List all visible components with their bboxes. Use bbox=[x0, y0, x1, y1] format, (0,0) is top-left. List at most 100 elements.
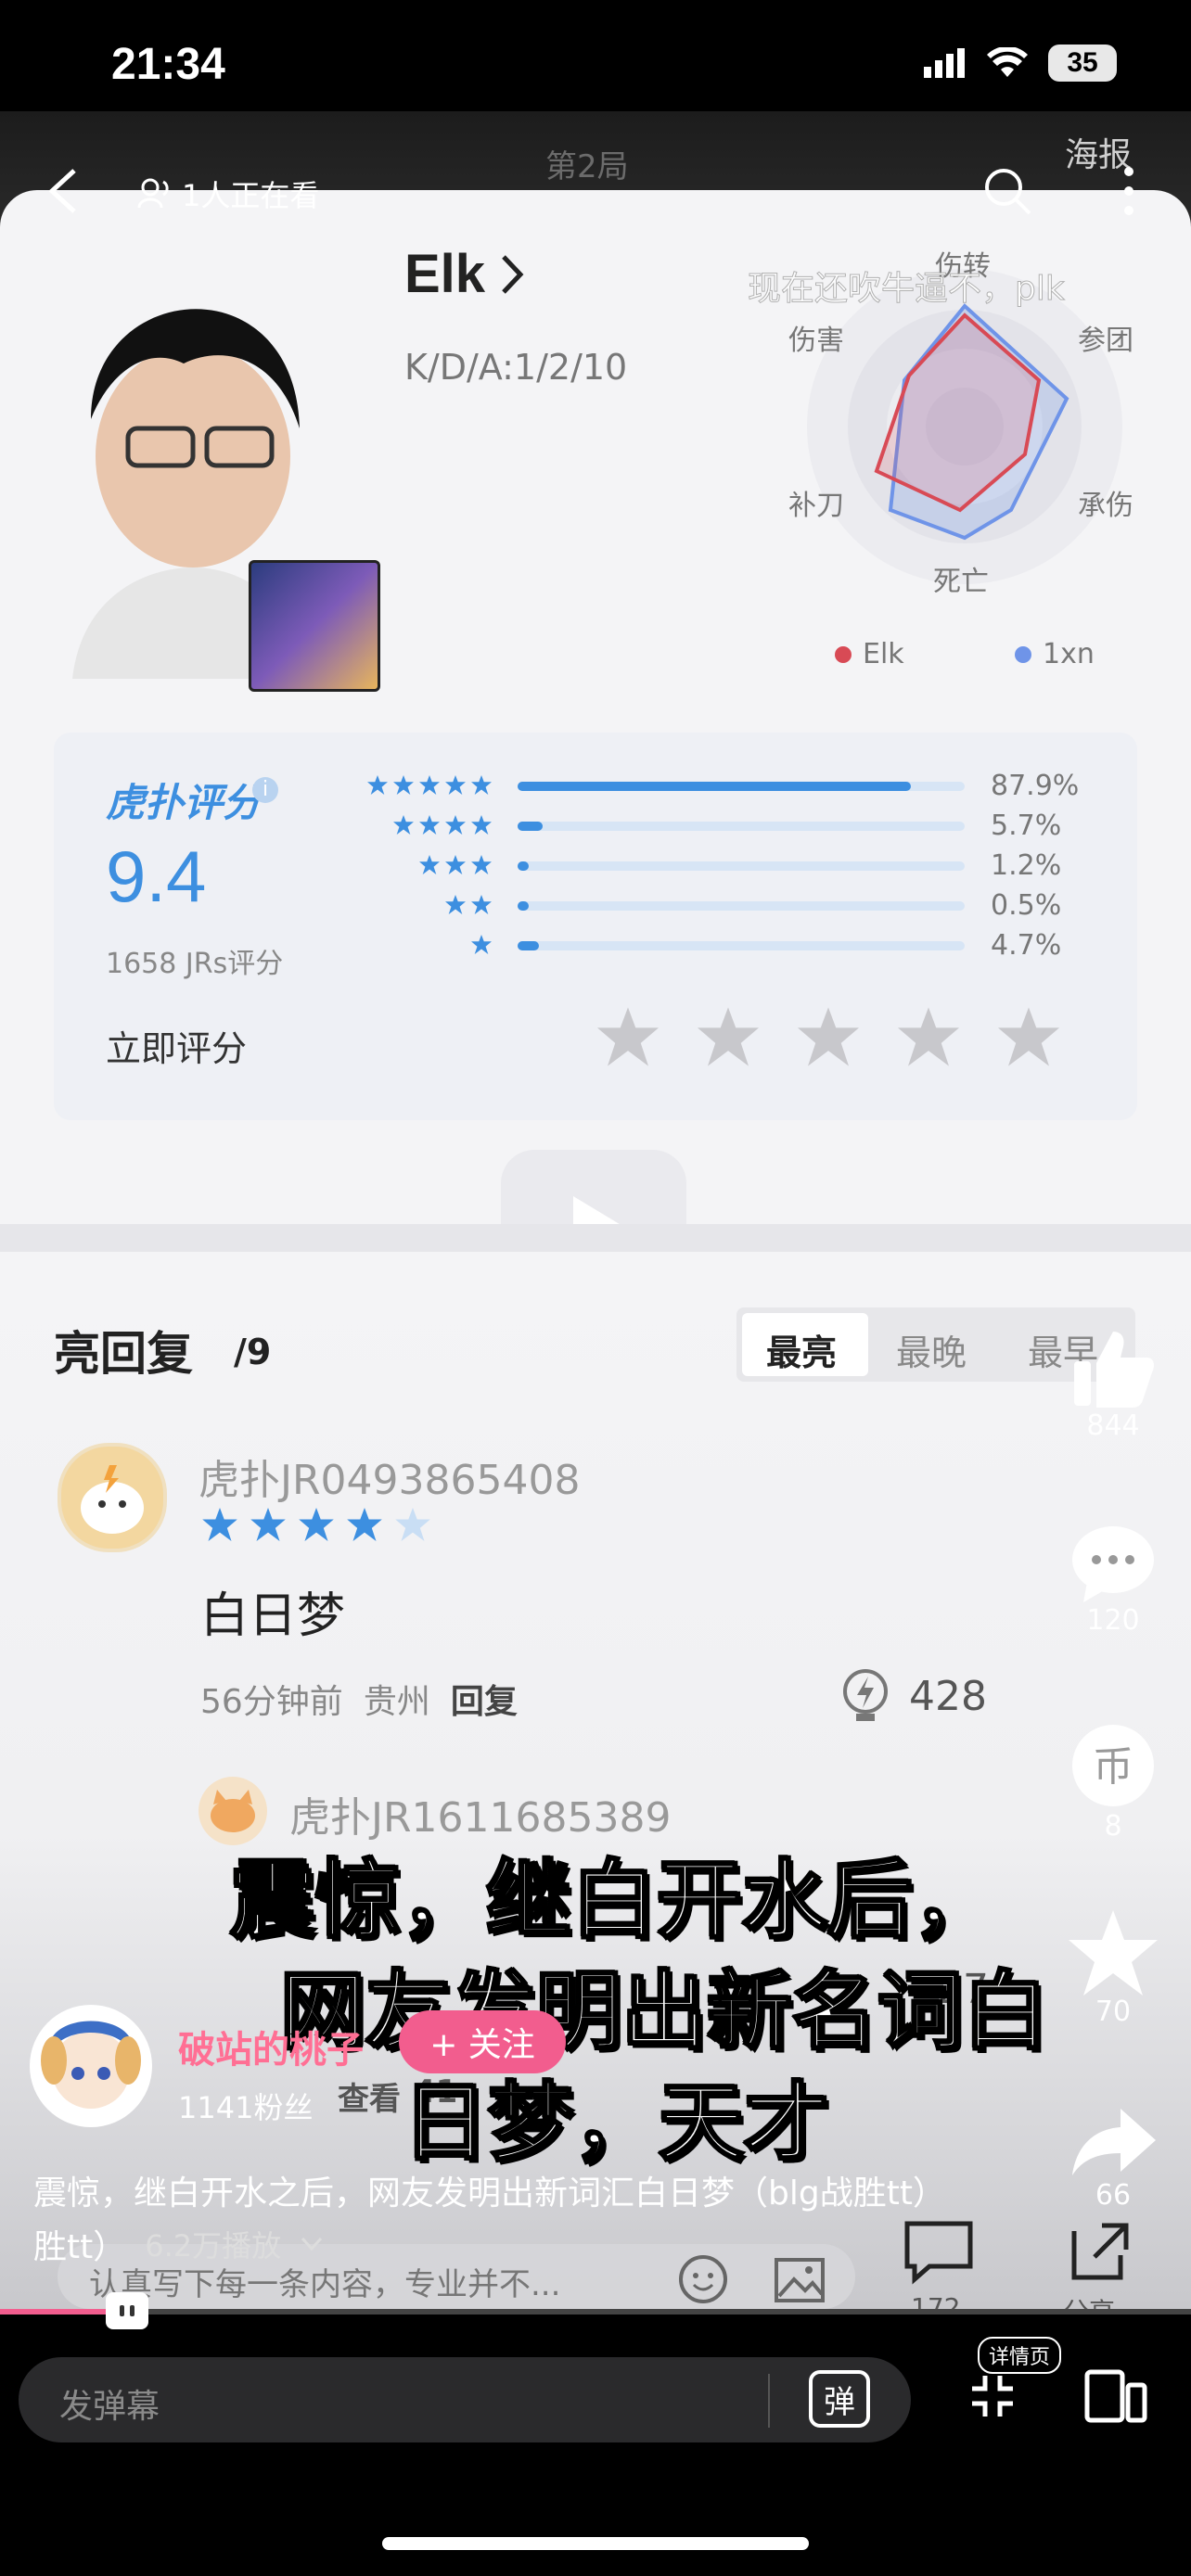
collapse-icon[interactable] bbox=[968, 2372, 1017, 2420]
bottom-comment-count: 172 bbox=[911, 2292, 961, 2309]
chevron-left-icon bbox=[48, 169, 76, 213]
rating-percent: 4.7% bbox=[991, 929, 1062, 962]
rate-star-1[interactable] bbox=[597, 1007, 659, 1066]
champion-icon bbox=[249, 560, 380, 692]
rating-row-stars bbox=[367, 775, 492, 795]
avatar-mascot-icon bbox=[81, 1465, 144, 1534]
follow-button[interactable]: + 关注 bbox=[399, 2010, 566, 2073]
like-button[interactable]: 844 bbox=[1057, 1326, 1169, 1442]
coin-button[interactable]: 币 8 bbox=[1057, 1721, 1169, 1843]
uploader-name[interactable]: 破站的桃子 bbox=[178, 2020, 364, 2073]
rating-score: 9.4 bbox=[106, 835, 207, 917]
legend-1xn-label: 1xn bbox=[1043, 638, 1095, 670]
radar-label-damage: 伤害 bbox=[788, 325, 844, 357]
reply-like-count: 428 bbox=[909, 1672, 987, 1720]
screen-mode-icon[interactable] bbox=[1083, 2368, 1148, 2424]
avatar[interactable] bbox=[58, 1443, 167, 1552]
svg-text:币: 币 bbox=[1093, 1743, 1133, 1791]
reply-username[interactable]: 虎扑JR0493865408 bbox=[198, 1447, 581, 1506]
back-button[interactable] bbox=[45, 167, 82, 219]
rating-bar-track bbox=[518, 901, 965, 911]
star-empty-icon bbox=[395, 1508, 430, 1541]
replies-title: 亮回复 bbox=[54, 1327, 193, 1381]
coin-icon: 币 bbox=[1072, 1725, 1154, 1806]
thumbs-up-icon bbox=[1074, 1332, 1154, 1408]
comment-bubble-icon bbox=[1072, 1526, 1154, 1602]
rate-star-4[interactable] bbox=[898, 1007, 959, 1066]
share-button[interactable]: 66 bbox=[1057, 2105, 1169, 2212]
reply-button[interactable]: 回复 bbox=[451, 1675, 518, 1723]
star-icon bbox=[471, 935, 492, 954]
player-name: Elk bbox=[404, 244, 486, 304]
caption-line-1: 震惊，继白开水后， bbox=[228, 1850, 999, 1952]
rating-bar-track bbox=[518, 822, 965, 831]
rating-bar-fill bbox=[518, 941, 539, 950]
star-icon bbox=[367, 775, 388, 795]
rate-star-5[interactable] bbox=[998, 1007, 1059, 1066]
uploader-avatar[interactable] bbox=[30, 2005, 152, 2127]
star-icon bbox=[393, 775, 414, 795]
viewer-count-label: 1人正在看 bbox=[182, 178, 320, 213]
rating-row-stars bbox=[419, 855, 492, 874]
star-icon bbox=[471, 895, 492, 914]
rating-percent: 5.7% bbox=[991, 810, 1062, 842]
avatar[interactable] bbox=[198, 1777, 267, 1845]
share-count: 66 bbox=[1095, 2179, 1132, 2212]
image-icon[interactable] bbox=[774, 2257, 826, 2303]
chevron-down-icon[interactable] bbox=[300, 2236, 324, 2252]
section-divider bbox=[0, 1224, 1191, 1252]
info-icon[interactable]: i bbox=[252, 777, 278, 803]
rate-star-2[interactable] bbox=[698, 1007, 759, 1066]
avatar-cat-icon bbox=[211, 1790, 255, 1832]
player-name-link[interactable]: Elk bbox=[404, 243, 526, 305]
reply-time: 56分钟前 bbox=[200, 1683, 343, 1721]
sort-tab-hottest[interactable]: 最亮 bbox=[766, 1324, 837, 1375]
detail-page-tag[interactable]: 详情页 bbox=[978, 2337, 1062, 2374]
star-icon bbox=[445, 815, 466, 835]
rating-row-stars bbox=[445, 895, 492, 914]
star-icon bbox=[419, 855, 440, 874]
progress-track[interactable] bbox=[0, 2309, 1191, 2315]
player-kda: K/D/A:1/2/10 bbox=[404, 347, 628, 388]
comment-button[interactable]: 120 bbox=[1057, 1521, 1169, 1637]
rating-brand: 虎扑评分 bbox=[106, 780, 263, 825]
rating-bar-fill bbox=[518, 901, 530, 911]
progress-handle[interactable] bbox=[106, 2292, 148, 2329]
status-icons: 35 bbox=[924, 45, 1117, 82]
reply-location: 贵州 bbox=[363, 1683, 430, 1721]
viewer-count: 1人正在看 bbox=[137, 172, 319, 215]
rating-bar-track bbox=[518, 861, 965, 871]
battery-indicator: 35 bbox=[1048, 45, 1117, 82]
more-button[interactable] bbox=[1122, 165, 1135, 221]
legend-elk: Elk bbox=[835, 638, 904, 670]
external-share-icon[interactable] bbox=[1067, 2218, 1133, 2285]
emoji-icon[interactable] bbox=[677, 2253, 729, 2305]
play-count[interactable]: 6.2万播放 bbox=[145, 2223, 281, 2265]
uploader-fans: 1141粉丝 bbox=[178, 2090, 314, 2125]
radar-label-participation: 参团 bbox=[1078, 325, 1133, 357]
rating-percent: 87.9% bbox=[991, 770, 1080, 802]
reply-like-button[interactable]: 428 bbox=[839, 1667, 987, 1725]
favorite-count: 70 bbox=[1095, 1996, 1132, 2028]
star-icon bbox=[419, 775, 440, 795]
rating-bar-fill bbox=[518, 861, 530, 871]
search-button[interactable] bbox=[981, 165, 1033, 221]
rating-bar-fill bbox=[518, 822, 544, 831]
signal-icon bbox=[924, 48, 965, 78]
danmaku-toggle[interactable]: 弹 bbox=[809, 2370, 870, 2428]
favorite-button[interactable]: 70 bbox=[1057, 1910, 1169, 2028]
star-icon bbox=[445, 895, 466, 914]
wifi-icon bbox=[987, 47, 1028, 77]
reply-user-rating bbox=[202, 1508, 430, 1541]
rate-stars[interactable] bbox=[597, 1007, 1059, 1066]
like-count: 844 bbox=[1086, 1409, 1140, 1442]
reply-username[interactable]: 虎扑JR1611685389 bbox=[289, 1784, 672, 1843]
rate-star-3[interactable] bbox=[798, 1007, 859, 1066]
sort-tab-latest[interactable]: 最晚 bbox=[896, 1324, 967, 1375]
rating-count: 1658 JRs评分 bbox=[106, 948, 284, 980]
radar-label-cs: 补刀 bbox=[788, 490, 844, 522]
comment-square-icon[interactable] bbox=[902, 2218, 976, 2285]
viewers-icon bbox=[137, 178, 169, 209]
danmaku-placeholder: 发弹幕 bbox=[59, 2388, 160, 2426]
replies-count: /9 bbox=[234, 1332, 272, 1372]
